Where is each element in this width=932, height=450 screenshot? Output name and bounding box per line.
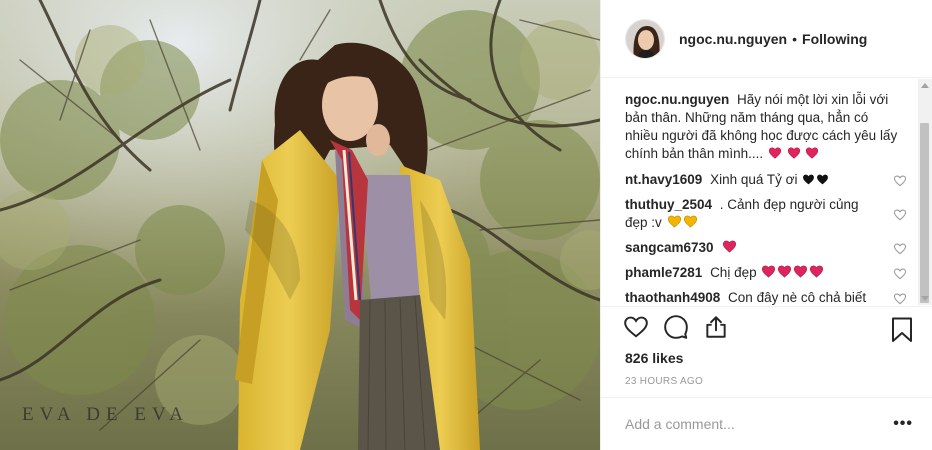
red-heart-emoji-icon	[762, 265, 776, 278]
red-heart-emoji-icon	[768, 147, 781, 159]
black-heart-emoji-icon	[817, 174, 829, 185]
post-side-panel: ngoc.nu.nguyen • Following ngoc.nu.nguye…	[600, 0, 932, 450]
photo-watermark: EVA DE EVA	[22, 404, 189, 425]
like-comment-heart-icon[interactable]	[893, 292, 907, 305]
like-heart-icon[interactable]	[623, 314, 649, 340]
post-dialog: EVA DE EVA ngoc.nu.nguyen • Following ng…	[0, 0, 932, 450]
list-item: thuthuy_2504 . Cảnh đẹp người củng đẹp :…	[625, 196, 909, 232]
add-comment-bar: •••	[601, 397, 932, 450]
avatar-image	[626, 19, 664, 58]
like-comment-heart-icon[interactable]	[893, 174, 907, 188]
like-comment-heart-icon[interactable]	[893, 208, 907, 222]
post-timestamp[interactable]: 23 HOURS AGO	[625, 376, 703, 387]
list-item: nt.havy1609 Xinh quá Tỷ ơi	[625, 171, 909, 189]
save-bookmark-icon[interactable]	[891, 317, 913, 343]
list-item: sangcam6730	[625, 239, 909, 257]
header-separator: •	[792, 30, 798, 47]
red-heart-emoji-icon	[794, 265, 808, 278]
red-heart-emoji-icon	[810, 265, 824, 278]
comment-username[interactable]: nt.havy1609	[625, 172, 702, 187]
comment-username[interactable]: thaothanh4908	[625, 290, 720, 305]
red-heart-emoji-icon	[723, 240, 737, 253]
comment-text: Xinh quá Tỷ ơi	[710, 172, 798, 187]
comment-list[interactable]: ngoc.nu.nguyen Hãy nói một lời xin lỗi v…	[601, 79, 932, 305]
red-heart-emoji-icon	[787, 147, 800, 159]
more-options-icon[interactable]: •••	[893, 415, 913, 433]
header-username-link[interactable]: ngoc.nu.nguyen	[679, 31, 787, 47]
yellow-heart-emoji-icon	[667, 215, 681, 228]
red-heart-emoji-icon	[806, 147, 819, 159]
like-comment-heart-icon[interactable]	[893, 267, 907, 281]
avatar[interactable]	[625, 18, 665, 59]
scroll-up-arrow-icon[interactable]	[921, 83, 929, 88]
comment-emoji-group	[767, 146, 820, 161]
likes-count[interactable]: 826 likes	[625, 350, 683, 366]
comment-username[interactable]: ngoc.nu.nguyen	[625, 92, 729, 107]
post-header: ngoc.nu.nguyen • Following	[601, 0, 932, 78]
caption-comment: ngoc.nu.nguyen Hãy nói một lời xin lỗi v…	[625, 91, 909, 163]
post-photo[interactable]: EVA DE EVA	[0, 0, 600, 450]
comment-scrollbar[interactable]	[918, 79, 932, 305]
comment-username[interactable]: phamle7281	[625, 265, 702, 280]
photo-illustration	[0, 0, 600, 450]
scroll-thumb[interactable]	[920, 123, 929, 303]
like-comment-heart-icon[interactable]	[893, 242, 907, 256]
share-icon[interactable]	[703, 314, 729, 340]
yellow-heart-emoji-icon	[683, 215, 697, 228]
post-actions	[601, 306, 932, 346]
red-heart-emoji-icon	[778, 265, 792, 278]
comment-username[interactable]: thuthuy_2504	[625, 197, 712, 212]
list-item: phamle7281 Chị đẹp	[625, 264, 909, 282]
comment-text: Chị đẹp	[710, 265, 757, 280]
comment-bubble-icon[interactable]	[663, 314, 689, 340]
black-heart-emoji-icon	[803, 174, 815, 185]
scroll-down-arrow-icon[interactable]	[921, 296, 929, 301]
comment-username[interactable]: sangcam6730	[625, 240, 714, 255]
following-button[interactable]: Following	[802, 31, 867, 47]
list-item: thaothanh4908 Con đây nè cô chả biết lấy…	[625, 289, 909, 305]
add-comment-input[interactable]	[625, 416, 894, 432]
